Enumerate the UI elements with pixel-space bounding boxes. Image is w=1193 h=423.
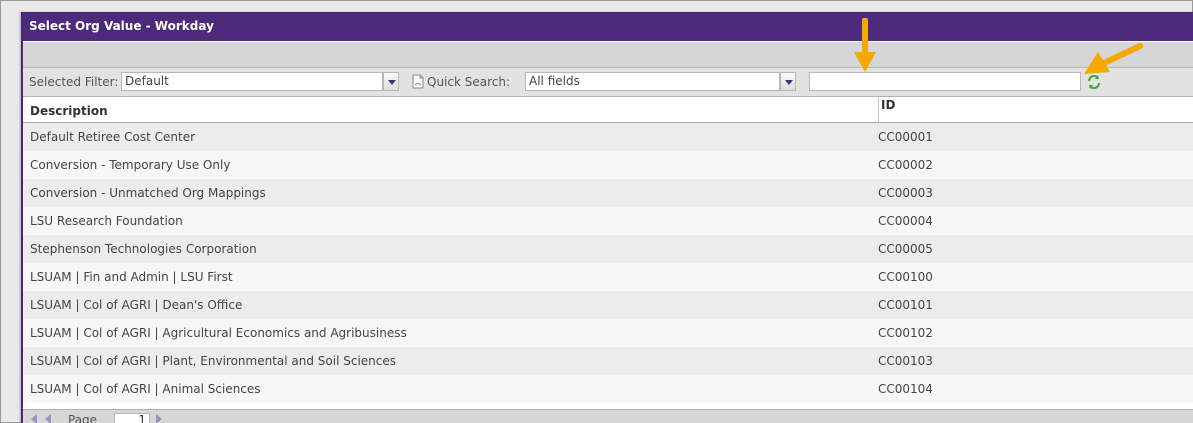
column-header-id[interactable]: ID bbox=[878, 97, 895, 122]
column-header-description[interactable]: Description bbox=[30, 97, 108, 125]
table-row[interactable]: Default Retiree Cost Center CC00001 bbox=[23, 123, 1193, 151]
page-label: Page bbox=[68, 413, 98, 423]
quick-search-field-select[interactable]: All fields bbox=[525, 72, 780, 91]
table-row[interactable]: Conversion - Unmatched Org Mappings CC000… bbox=[23, 179, 1193, 207]
row-id: CC00104 bbox=[878, 382, 933, 396]
grid-header: Description ID bbox=[23, 97, 1193, 123]
row-description: LSUAM | Col of AGRI | Plant, Environment… bbox=[30, 354, 397, 368]
annotation-arrow-down-icon bbox=[854, 18, 876, 72]
select-org-value-dialog: Select Org Value - Workday Selected Filt… bbox=[21, 12, 1193, 423]
document-icon bbox=[412, 74, 424, 89]
row-id: CC00103 bbox=[878, 354, 933, 368]
pager-bar: Page 1 bbox=[23, 409, 1193, 423]
row-description: LSUAM | Col of AGRI | Dean's Office bbox=[30, 298, 243, 312]
row-id: CC00005 bbox=[878, 242, 933, 256]
filter-toolbar: Selected Filter: Default Quick Search: A… bbox=[23, 68, 1193, 97]
table-row[interactable]: LSUAM | Col of AGRI | Agricultural Econo… bbox=[23, 319, 1193, 347]
table-row[interactable]: LSU Research Foundation CC00004 bbox=[23, 207, 1193, 235]
table-row[interactable]: LSUAM | Col of AGRI | Dean's Office CC001… bbox=[23, 291, 1193, 319]
row-description: LSU Research Foundation bbox=[30, 214, 183, 228]
table-row[interactable]: LSUAM | Col of AGRI | Animal Sciences CC0… bbox=[23, 375, 1193, 403]
selected-filter-dropdown-button[interactable] bbox=[383, 72, 399, 91]
row-id: CC00101 bbox=[878, 298, 933, 312]
selected-filter-label: Selected Filter: bbox=[29, 75, 119, 89]
next-page-icon[interactable] bbox=[156, 414, 162, 423]
page-number-input[interactable]: 1 bbox=[114, 413, 150, 423]
row-description: Conversion - Temporary Use Only bbox=[30, 158, 231, 172]
dialog-toolbar-strip bbox=[23, 41, 1193, 68]
row-description: LSUAM | Col of AGRI | Animal Sciences bbox=[30, 382, 261, 396]
row-description: LSUAM | Col of AGRI | Agricultural Econo… bbox=[30, 326, 407, 340]
table-row[interactable]: LSUAM | Col of AGRI | Plant, Environment… bbox=[23, 347, 1193, 375]
annotation-arrow-left-icon bbox=[1084, 43, 1143, 74]
row-id: CC00100 bbox=[878, 270, 933, 284]
row-description: Default Retiree Cost Center bbox=[30, 130, 196, 144]
table-row[interactable]: Stephenson Technologies Corporation CC000… bbox=[23, 235, 1193, 263]
dialog-title: Select Org Value - Workday bbox=[23, 12, 1193, 41]
table-row[interactable]: Conversion - Temporary Use Only CC00002 bbox=[23, 151, 1193, 179]
previous-page-icon[interactable] bbox=[45, 414, 51, 423]
chevron-down-icon bbox=[785, 80, 793, 85]
first-page-icon[interactable] bbox=[31, 414, 37, 423]
selected-filter-select[interactable]: Default bbox=[121, 72, 383, 91]
chevron-down-icon bbox=[388, 80, 396, 85]
quick-search-label: Quick Search: bbox=[427, 75, 511, 89]
row-id: CC00004 bbox=[878, 214, 933, 228]
quick-search-field-dropdown-button[interactable] bbox=[780, 72, 796, 91]
row-description: Conversion - Unmatched Org Mappings bbox=[30, 186, 266, 200]
table-row[interactable]: LSUAM | Fin and Admin | LSU First CC00100 bbox=[23, 263, 1193, 291]
row-id: CC00003 bbox=[878, 186, 933, 200]
row-description: LSUAM | Fin and Admin | LSU First bbox=[30, 270, 233, 284]
row-id: CC00002 bbox=[878, 158, 933, 172]
row-id: CC00102 bbox=[878, 326, 933, 340]
row-description: Stephenson Technologies Corporation bbox=[30, 242, 257, 256]
row-id: CC00001 bbox=[878, 130, 933, 144]
grid-body: Default Retiree Cost Center CC00001 Conve… bbox=[23, 123, 1193, 403]
